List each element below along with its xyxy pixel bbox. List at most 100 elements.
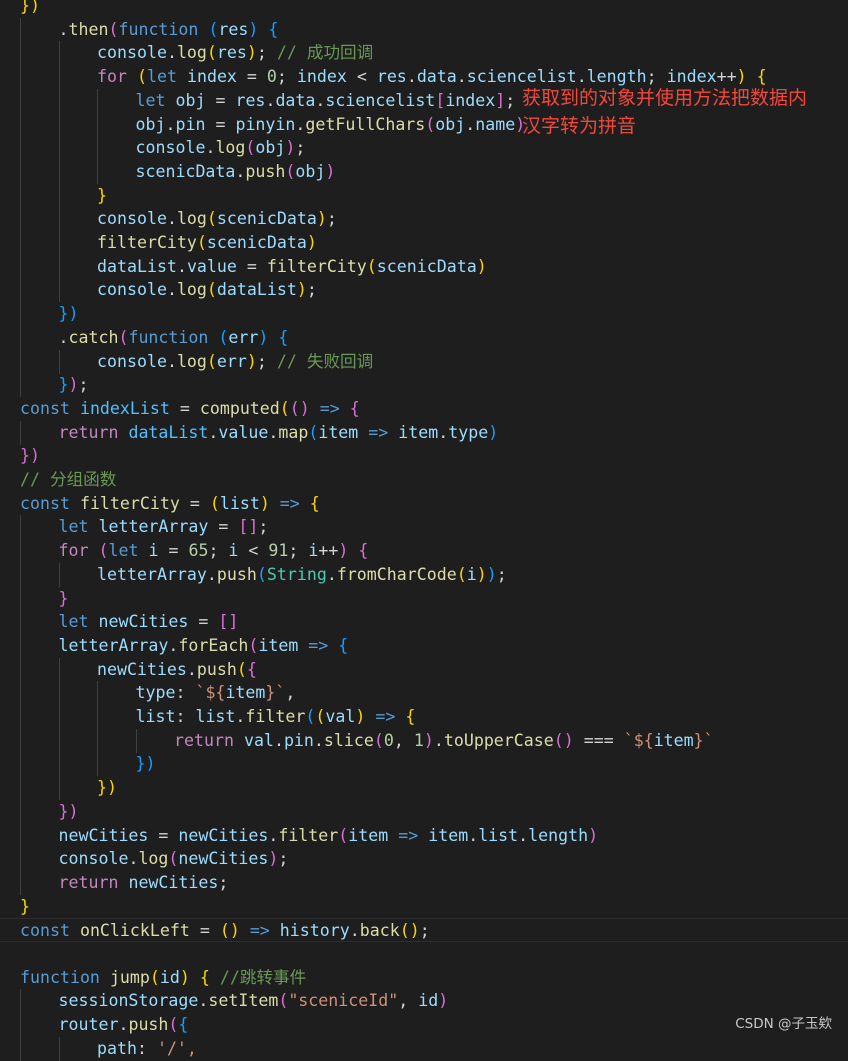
code-text: obj.pin = pinyin.getFullChars(obj.name) <box>136 113 526 137</box>
code-token: . <box>208 422 219 442</box>
code-token: setItem <box>208 991 279 1011</box>
code-token: dataList <box>97 256 177 276</box>
code-token: { <box>246 659 257 679</box>
code-line[interactable]: }) <box>0 302 848 327</box>
code-line[interactable]: }) <box>0 799 848 824</box>
code-line[interactable]: scenicData.push(obj) <box>0 159 848 184</box>
code-line[interactable]: console.log(err); // 失败回调 <box>0 349 848 374</box>
code-token: ( <box>206 280 217 300</box>
indent-guide <box>20 539 21 564</box>
code-token: }) <box>97 778 117 798</box>
indent-guide <box>58 705 60 729</box>
code-text: let newCities = [] <box>59 610 239 634</box>
code-line[interactable]: } <box>0 586 848 611</box>
code-line[interactable]: return newCities; <box>0 870 848 895</box>
indent-guide <box>20 681 21 706</box>
code-token: index <box>445 90 496 110</box>
code-token: ( <box>118 327 129 347</box>
code-token: = <box>188 612 219 632</box>
code-line[interactable]: return dataList.value.map(item => item.t… <box>0 420 848 445</box>
indent-guide <box>20 799 21 824</box>
code-line[interactable]: console.log(dataList); <box>0 278 848 303</box>
code-token: id <box>159 967 180 987</box>
code-token: ( <box>278 991 289 1011</box>
code-line[interactable]: } <box>0 183 848 208</box>
code-line[interactable]: list: list.filter((val) => { <box>0 705 848 729</box>
code-line[interactable]: sessionStorage.setItem("sceniceId", id) <box>0 989 848 1014</box>
code-text: }) <box>59 800 79 824</box>
code-line[interactable]: dataList.value = filterCity(scenicData) <box>0 254 848 279</box>
code-text: .then(function (res) { <box>59 18 279 42</box>
indent-guide <box>20 847 21 872</box>
code-line[interactable]: newCities = newCities.filter(item => ite… <box>0 823 848 848</box>
code-line[interactable]: for (let i = 65; i < 91; i++) { <box>0 539 848 564</box>
code-token: } <box>97 185 107 205</box>
code-token: . <box>206 564 217 584</box>
code-token: ( <box>209 493 220 513</box>
code-line[interactable]: newCities.push({ <box>0 657 848 682</box>
code-line[interactable]: console.log(scenicData); <box>0 207 848 232</box>
code-token: i <box>148 541 159 561</box>
code-line[interactable]: .then(function (res) { <box>0 17 848 42</box>
code-token: i <box>228 541 239 561</box>
code-token: dataList <box>216 280 297 300</box>
code-line[interactable]: path: '/', <box>0 1036 848 1061</box>
code-text: router.push({ <box>59 1013 189 1037</box>
code-line[interactable]: }); <box>0 373 848 398</box>
code-line[interactable]: }) <box>0 444 848 468</box>
code-line[interactable] <box>0 942 848 966</box>
code-line[interactable]: }) <box>0 752 848 777</box>
code-line[interactable]: console.log(newCities); <box>0 847 848 872</box>
code-token: scenicData <box>206 233 307 252</box>
code-line[interactable]: function jump(id) { //跳转事件 <box>0 966 848 990</box>
code-token: list <box>135 707 176 726</box>
code-line[interactable]: return val.pin.slice(0, 1).toUpperCase()… <box>0 728 848 753</box>
code-token: () <box>219 921 240 941</box>
code-token: newCities <box>178 849 269 869</box>
indent-guide <box>58 65 60 90</box>
code-token: push <box>245 161 286 181</box>
code-line[interactable]: let newCities = [] <box>0 610 848 635</box>
indent-guide <box>58 231 60 255</box>
code-line[interactable]: filterCity(scenicData) <box>0 231 848 255</box>
code-token: ( <box>285 161 296 181</box>
code-token: `${ <box>623 730 654 750</box>
indent-guide <box>97 88 98 113</box>
code-line[interactable]: .catch(function (err) { <box>0 325 848 350</box>
code-token: let <box>108 541 139 561</box>
code-token: computed <box>199 398 280 418</box>
indent-guide <box>58 349 60 374</box>
code-editor[interactable]: }) .then(function (res) {console.log(res)… <box>0 0 848 1061</box>
code-line[interactable]: }) <box>0 0 848 18</box>
indent-guide <box>20 88 21 113</box>
code-line[interactable]: console.log(res); // 成功回调 <box>0 41 848 66</box>
code-token: name <box>475 114 516 134</box>
code-line[interactable]: router.push({ <box>0 1013 848 1038</box>
code-line[interactable]: }) <box>0 776 848 801</box>
code-line[interactable]: } <box>0 895 848 919</box>
code-line[interactable]: const indexList = computed(() => { <box>0 397 848 421</box>
code-token: . <box>58 19 69 39</box>
code-line[interactable]: letterArray.push(String.fromCharCode(i))… <box>0 562 848 587</box>
code-token: i <box>308 541 319 561</box>
code-line[interactable]: // 分组函数 <box>0 468 848 492</box>
code-line[interactable]: let letterArray = []; <box>0 515 848 540</box>
code-line[interactable]: letterArray.forEach(item => { <box>0 633 848 658</box>
code-token: ) <box>476 256 487 276</box>
code-token: () <box>553 730 574 750</box>
indent-guide <box>20 586 21 611</box>
indent-guide <box>20 610 21 635</box>
code-line[interactable]: type: `${item}`, <box>0 681 848 706</box>
code-token: ) <box>306 233 317 252</box>
code-text: // 分组函数 <box>20 468 116 492</box>
indent-guide <box>97 752 98 777</box>
code-token: ( <box>168 1015 179 1035</box>
code-line[interactable]: const onClickLeft = () => history.back()… <box>0 918 848 943</box>
code-line[interactable]: const filterCity = (list) => { <box>0 492 848 516</box>
code-token: , <box>393 730 414 750</box>
